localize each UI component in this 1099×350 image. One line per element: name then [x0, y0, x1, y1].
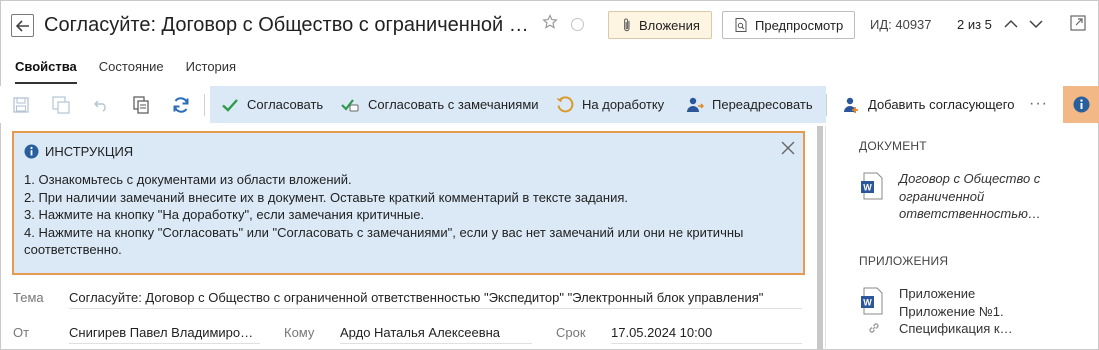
- instruction-line: 4. Нажмите на кнопку "Согласовать" или "…: [24, 224, 744, 258]
- preview-button[interactable]: Предпросмотр: [722, 11, 855, 39]
- document-link-line: Договор с Общество с: [899, 171, 1041, 186]
- save-icon[interactable]: [11, 95, 31, 115]
- word-document-icon: W: [860, 287, 884, 315]
- attachments-label: Вложения: [639, 17, 700, 33]
- pager-text: 2 из 5: [957, 17, 992, 32]
- toolbar: Согласовать Согласовать с замечаниями На…: [0, 86, 1099, 123]
- info-panel-button[interactable]: [1063, 86, 1099, 123]
- instruction-line: 3. Нажмите на кнопку "На доработку", есл…: [24, 207, 425, 222]
- due-label: Срок: [556, 325, 586, 340]
- subject-label: Тема: [13, 290, 44, 305]
- instruction-box: ИНСТРУКЦИЯ 1. Ознакомьтесь с документами…: [12, 131, 805, 275]
- add-approver-button[interactable]: Добавить согласующего: [842, 86, 1014, 123]
- tab-state[interactable]: Состояние: [99, 59, 164, 84]
- refresh-icon[interactable]: [171, 95, 191, 115]
- link-icon: [867, 321, 881, 338]
- info-icon: [24, 144, 39, 159]
- instruction-header: ИНСТРУКЦИЯ: [24, 144, 133, 159]
- from-field[interactable]: Снигирев Павел Владимирович: [69, 325, 260, 344]
- preview-icon: [735, 18, 747, 32]
- star-icon[interactable]: [542, 14, 558, 33]
- panel-divider: [825, 126, 826, 350]
- instruction-line: 1. Ознакомьтесь с документами из области…: [24, 172, 352, 187]
- instruction-line: 2. При наличии замечаний внесите их в до…: [24, 189, 629, 205]
- instruction-text: 1. Ознакомьтесь с документами из области…: [24, 171, 804, 259]
- scrollbar[interactable]: [817, 126, 823, 350]
- svg-text:W: W: [863, 183, 872, 193]
- status-circle-icon[interactable]: [571, 18, 584, 31]
- tab-history[interactable]: История: [186, 59, 236, 84]
- chevron-up-icon[interactable]: [1003, 16, 1019, 35]
- page-title: Согласуйте: Договор с Общество с огранич…: [44, 14, 532, 36]
- document-heading: ДОКУМЕНТ: [859, 139, 927, 153]
- attachment-link[interactable]: Приложение Приложение №1. Спецификация к…: [899, 285, 1059, 338]
- readdress-button[interactable]: Переадресовать: [686, 86, 813, 123]
- approve-with-remarks-button[interactable]: Согласовать с замечаниями: [340, 86, 539, 123]
- subject-field[interactable]: Согласуйте: Договор с Общество с огранич…: [69, 290, 802, 309]
- chevron-down-icon[interactable]: [1028, 16, 1044, 35]
- check-comment-icon: [341, 98, 359, 111]
- attachment-link-line: Спецификация к…: [899, 321, 1013, 336]
- document-link[interactable]: Договор с Общество с ограниченной ответс…: [899, 170, 1059, 223]
- attachments-button[interactable]: Вложения: [608, 11, 712, 39]
- word-document-icon: W: [860, 172, 884, 200]
- to-label: Кому: [284, 325, 315, 340]
- document-link-line: ограниченной: [899, 188, 985, 204]
- add-user-icon: [844, 97, 858, 113]
- copy-icon[interactable]: [131, 95, 151, 115]
- preview-label: Предпросмотр: [755, 17, 844, 33]
- approval-actions: Согласовать Согласовать с замечаниями На…: [210, 86, 826, 123]
- approve-label: Согласовать: [247, 97, 324, 112]
- open-in-window-icon[interactable]: [1070, 15, 1086, 34]
- instruction-title: ИНСТРУКЦИЯ: [45, 144, 134, 159]
- arrow-left-icon: [15, 19, 29, 32]
- rework-icon: [556, 95, 574, 112]
- save-close-icon[interactable]: [51, 95, 71, 115]
- approve-with-remarks-label: Согласовать с замечаниями: [368, 97, 539, 112]
- from-label: От: [13, 325, 30, 340]
- toolbar-separator: [826, 94, 827, 116]
- svg-text:W: W: [863, 298, 872, 308]
- attachments-heading: ПРИЛОЖЕНИЯ: [859, 254, 949, 268]
- task-id: ИД: 40937: [870, 17, 932, 32]
- user-forward-icon: [687, 97, 704, 112]
- to-field[interactable]: Ардо Наталья Алексеевна: [340, 325, 532, 344]
- document-link-line: ответственностью…: [899, 206, 1041, 221]
- add-approver-label: Добавить согласующего: [868, 97, 1015, 112]
- undo-icon[interactable]: [91, 95, 111, 115]
- tabs-bar: Свойства Состояние История: [15, 59, 258, 84]
- due-date-field[interactable]: 17.05.2024 10:00: [611, 325, 802, 344]
- attachment-link-line: Приложение: [899, 286, 976, 301]
- readdress-label: Переадресовать: [712, 97, 813, 112]
- info-icon: [1073, 96, 1089, 113]
- close-icon[interactable]: [781, 141, 795, 158]
- tab-properties[interactable]: Свойства: [15, 59, 77, 84]
- more-menu-icon[interactable]: ···: [1029, 95, 1048, 113]
- check-icon: [222, 98, 238, 112]
- toolbar-separator: [204, 94, 205, 116]
- back-button[interactable]: [11, 14, 34, 37]
- send-to-rework-label: На доработку: [582, 97, 665, 112]
- attachment-link-line: Приложение №1.: [899, 303, 1004, 319]
- paperclip-icon: [624, 18, 630, 32]
- approve-button[interactable]: Согласовать: [221, 86, 323, 123]
- send-to-rework-button[interactable]: На доработку: [556, 86, 664, 123]
